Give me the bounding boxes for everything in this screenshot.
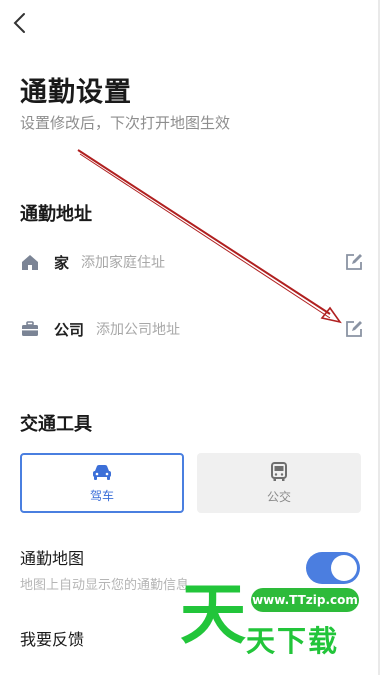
briefcase-icon	[20, 319, 40, 339]
toggle-knob	[331, 555, 357, 581]
edit-home-button[interactable]	[343, 251, 365, 273]
car-icon	[93, 464, 111, 480]
transport-option-bus[interactable]: 公交	[197, 453, 361, 513]
car-label: 驾车	[89, 488, 114, 503]
feedback-link[interactable]: 我要反馈	[20, 626, 84, 650]
back-button[interactable]	[6, 8, 34, 38]
home-address-placeholder: 添加家庭住址	[81, 255, 166, 271]
home-address-row[interactable]: 家 添加家庭住址	[20, 247, 365, 277]
address-section-title: 通勤地址	[20, 204, 92, 225]
bus-icon	[271, 461, 287, 481]
edit-icon	[346, 254, 362, 270]
home-label: 家	[54, 253, 70, 272]
home-icon	[20, 252, 40, 272]
watermark-text: 天下载	[246, 624, 340, 658]
page-title: 通勤设置	[20, 77, 132, 108]
edit-company-button[interactable]	[343, 318, 365, 340]
transport-option-car[interactable]: 驾车	[20, 453, 184, 513]
commute-map-toggle[interactable]	[306, 552, 360, 584]
company-address-row[interactable]: 公司 添加公司地址	[20, 314, 365, 344]
watermark-logo: 天	[180, 576, 246, 653]
company-address-placeholder: 添加公司地址	[96, 322, 181, 338]
commute-map-description: 地图上自动显示您的通勤信息	[20, 578, 190, 593]
transport-section-title: 交通工具	[20, 414, 92, 435]
commute-map-title: 通勤地图	[20, 549, 85, 568]
edit-icon	[346, 321, 362, 337]
company-label: 公司	[54, 320, 85, 339]
watermark-url: www.TTzip.com	[251, 588, 359, 612]
page-subtitle: 设置修改后，下次打开地图生效	[20, 114, 231, 132]
chevron-left-icon	[13, 13, 25, 33]
bus-label: 公交	[266, 489, 291, 504]
